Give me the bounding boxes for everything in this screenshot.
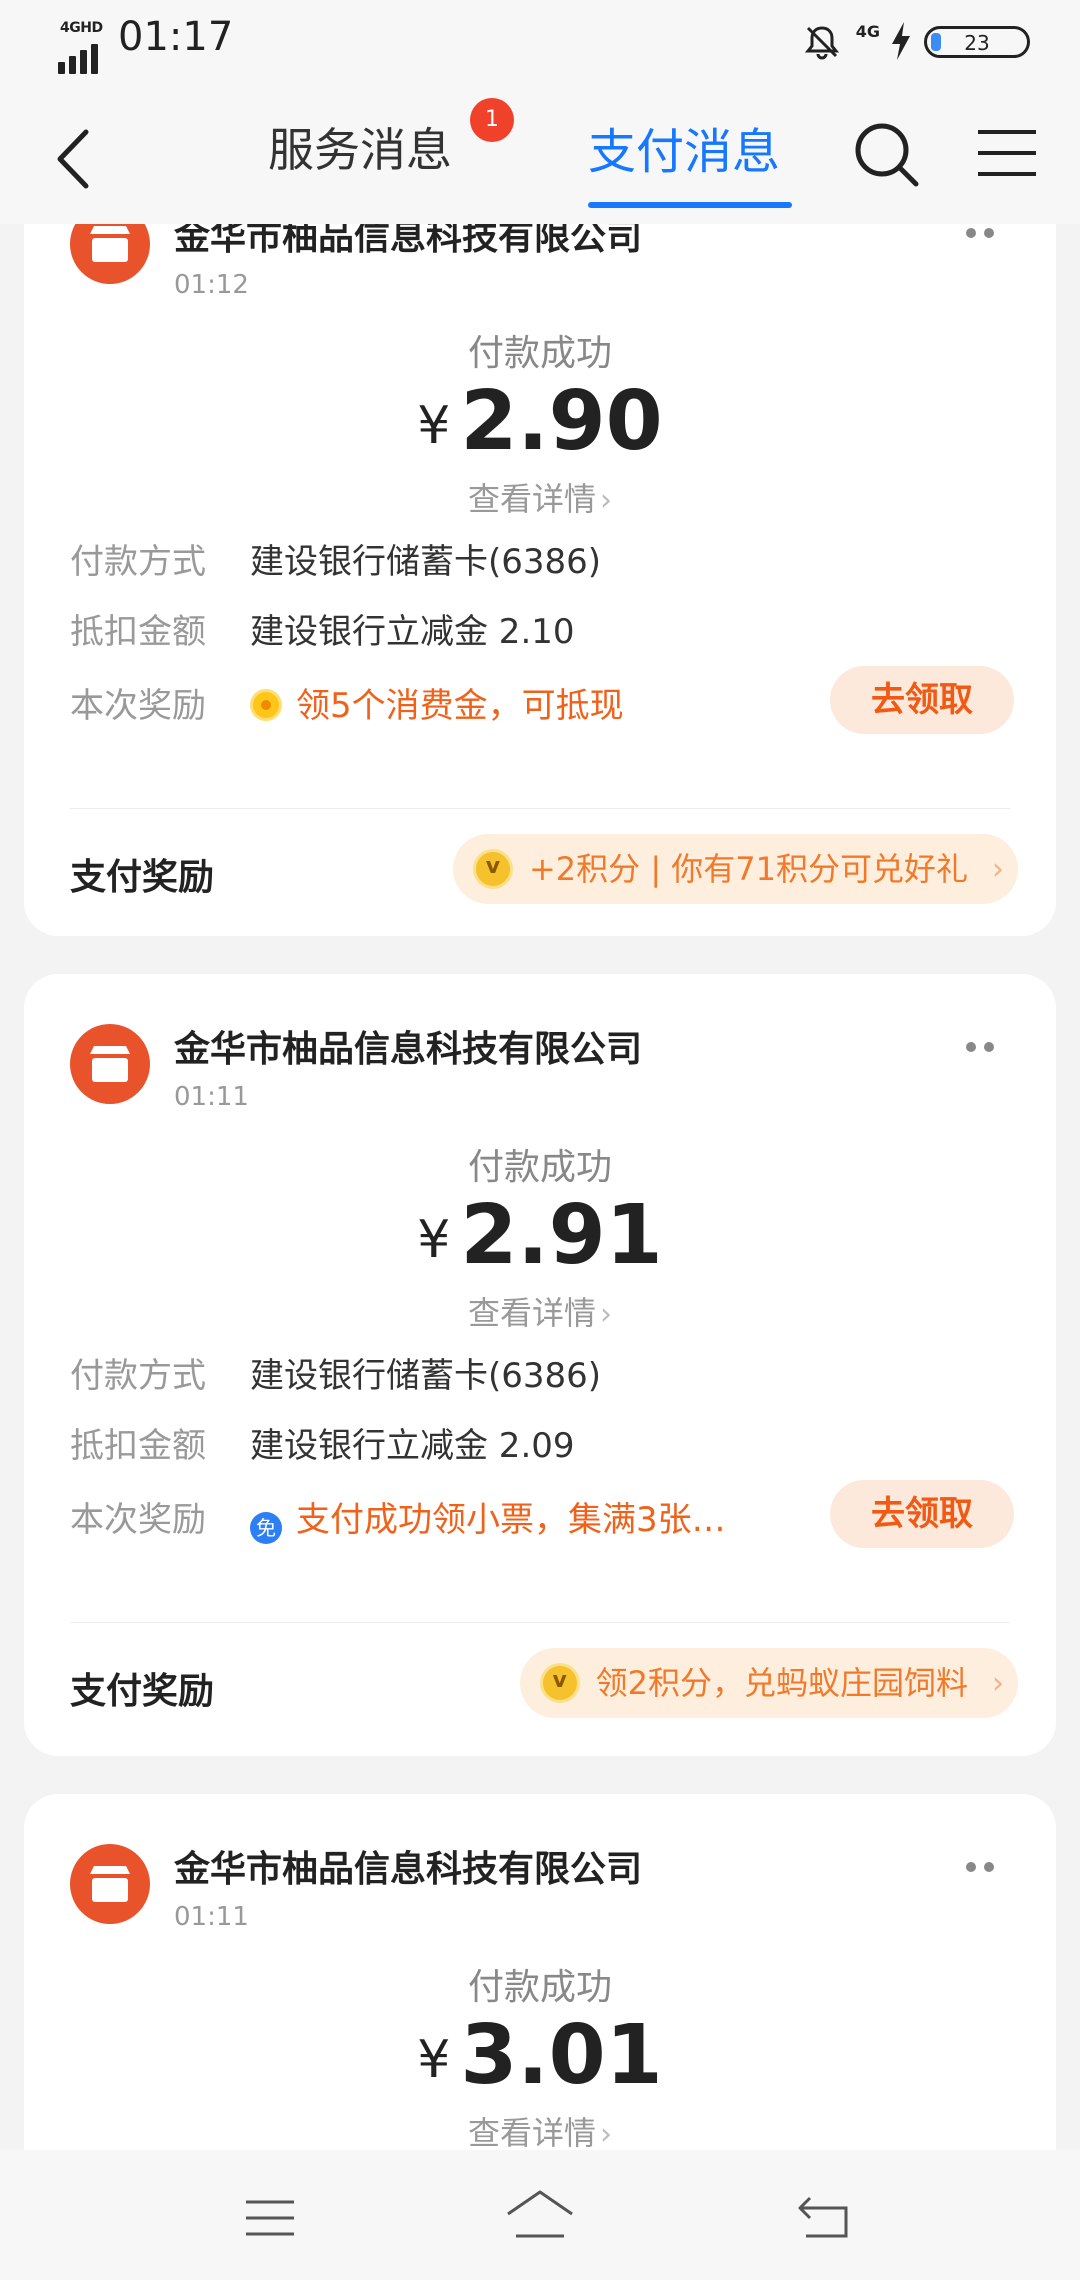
currency-symbol: ¥ xyxy=(417,2030,451,2090)
points-reward-text: 领2积分，兑蚂蚁庄园饲料 xyxy=(595,1664,968,1702)
chevron-right-icon: › xyxy=(600,483,612,518)
recent-apps-icon[interactable] xyxy=(244,2198,296,2238)
message-time: 01:11 xyxy=(174,1902,249,1932)
pay-reward-label: 支付奖励 xyxy=(70,1671,215,1712)
payment-card[interactable]: 金华市柚品信息科技有限公司 01:11 付款成功 ¥3.01 查看详情 › xyxy=(24,1794,1056,2150)
amount-value: 3.01 xyxy=(460,2008,663,2103)
payment-amount: ¥2.90 xyxy=(24,374,1056,469)
message-list[interactable]: 金华市柚品信息科技有限公司 01:12 付款成功 ¥2.90 查看详情 › 付款方… xyxy=(0,224,1080,2150)
payment-method-value: 建设银行储蓄卡(6386) xyxy=(250,1356,602,1396)
view-details-label: 查看详情 xyxy=(467,1294,596,1332)
payment-method-label: 付款方式 xyxy=(70,1356,206,1396)
vip-points-icon xyxy=(539,1663,580,1703)
view-details-link[interactable]: 查看详情 › xyxy=(24,1288,1056,1334)
store-icon xyxy=(90,226,130,262)
chevron-right-icon: › xyxy=(992,1666,1004,1701)
payment-method-value: 建设银行储蓄卡(6386) xyxy=(250,542,602,582)
deduction-value: 建设银行立减金 2.09 xyxy=(250,1426,575,1466)
network-right: 4G xyxy=(855,22,880,41)
coin-icon xyxy=(250,689,282,721)
deduction-label: 抵扣金额 xyxy=(70,1426,206,1466)
merchant-name: 金华市柚品信息科技有限公司 xyxy=(174,224,643,258)
divider xyxy=(70,1622,1010,1623)
vip-points-icon xyxy=(472,849,513,889)
points-reward-pill[interactable]: +2积分 | 你有71积分可兑好礼 › xyxy=(452,834,1018,904)
merchant-logo xyxy=(70,1844,150,1924)
chevron-right-icon: › xyxy=(600,1297,612,1332)
status-bar: 4GHD 01:17 4G 23 xyxy=(0,0,1080,84)
tab-payment-messages[interactable]: 支付消息 xyxy=(588,112,780,182)
free-icon: 免 xyxy=(250,1512,282,1544)
merchant-name: 金华市柚品信息科技有限公司 xyxy=(174,1849,643,1890)
unread-badge: 1 xyxy=(470,98,514,142)
reward-label: 本次奖励 xyxy=(70,1500,206,1540)
back-arrow-icon[interactable] xyxy=(50,124,100,194)
claim-button[interactable]: 去领取 xyxy=(830,1480,1014,1548)
back-icon[interactable] xyxy=(796,2194,852,2240)
chevron-right-icon: › xyxy=(600,2117,612,2150)
message-time: 01:12 xyxy=(174,270,249,300)
more-options-icon[interactable] xyxy=(966,228,1006,240)
reward-label: 本次奖励 xyxy=(70,686,206,726)
menu-icon[interactable] xyxy=(976,128,1038,178)
view-details-link[interactable]: 查看详情 › xyxy=(24,474,1056,520)
deduction-label: 抵扣金额 xyxy=(70,612,206,652)
currency-symbol: ¥ xyxy=(417,396,451,456)
view-details-link[interactable]: 查看详情 › xyxy=(24,2108,1056,2150)
amount-value: 2.90 xyxy=(460,374,663,469)
search-icon[interactable] xyxy=(852,120,922,190)
payment-method-label: 付款方式 xyxy=(70,542,206,582)
payment-amount: ¥2.91 xyxy=(24,1188,1056,1283)
more-options-icon[interactable] xyxy=(966,1862,1006,1874)
view-details-label: 查看详情 xyxy=(467,480,596,518)
nav-bar: 服务消息 1 支付消息 xyxy=(0,84,1080,224)
signal-bars-icon xyxy=(58,40,106,74)
points-reward-pill[interactable]: 领2积分，兑蚂蚁庄园饲料 › xyxy=(519,1648,1018,1718)
reward-value: 领5个消费金，可抵现 xyxy=(250,678,624,727)
payment-card[interactable]: 金华市柚品信息科技有限公司 01:12 付款成功 ¥2.90 查看详情 › 付款方… xyxy=(24,224,1056,936)
points-reward-text: +2积分 | 你有71积分可兑好礼 xyxy=(528,850,968,888)
payment-status: 付款成功 xyxy=(467,1147,612,1188)
payment-card[interactable]: 金华市柚品信息科技有限公司 01:11 付款成功 ¥2.91 查看详情 › 付款方… xyxy=(24,974,1056,1756)
store-icon xyxy=(90,1046,130,1082)
battery-level: 23 xyxy=(964,31,990,55)
currency-symbol: ¥ xyxy=(417,1210,451,1270)
status-right: 4G 23 xyxy=(790,22,1030,62)
reward-text: 支付成功领小票，集满3张… xyxy=(296,1500,726,1540)
message-time: 01:11 xyxy=(174,1082,249,1112)
payment-amount: ¥3.01 xyxy=(24,2008,1056,2103)
merchant-logo xyxy=(70,224,150,284)
pay-reward-label: 支付奖励 xyxy=(70,857,215,898)
reward-text: 领5个消费金，可抵现 xyxy=(296,686,624,726)
amount-value: 2.91 xyxy=(460,1188,663,1283)
divider xyxy=(70,808,1010,809)
home-icon[interactable] xyxy=(504,2188,576,2240)
payment-status: 付款成功 xyxy=(467,333,612,374)
merchant-logo xyxy=(70,1024,150,1104)
bell-muted-icon xyxy=(804,26,840,60)
payment-status: 付款成功 xyxy=(467,1967,612,2008)
merchant-name: 金华市柚品信息科技有限公司 xyxy=(174,1029,643,1070)
store-icon xyxy=(90,1866,130,1902)
tab-service-messages[interactable]: 服务消息 xyxy=(268,114,452,180)
network-type: 4GHD xyxy=(60,20,103,36)
chevron-right-icon: › xyxy=(992,852,1004,887)
claim-button[interactable]: 去领取 xyxy=(830,666,1014,734)
view-details-label: 查看详情 xyxy=(467,2114,596,2150)
more-options-icon[interactable] xyxy=(966,1042,1006,1054)
reward-value: 免支付成功领小票，集满3张… xyxy=(250,1492,726,1544)
system-nav-bar xyxy=(0,2150,1080,2280)
charging-icon xyxy=(892,22,910,60)
active-tab-indicator xyxy=(588,202,792,208)
status-time: 01:17 xyxy=(118,14,234,60)
deduction-value: 建设银行立减金 2.10 xyxy=(250,612,575,652)
battery-icon: 23 xyxy=(924,26,1030,58)
